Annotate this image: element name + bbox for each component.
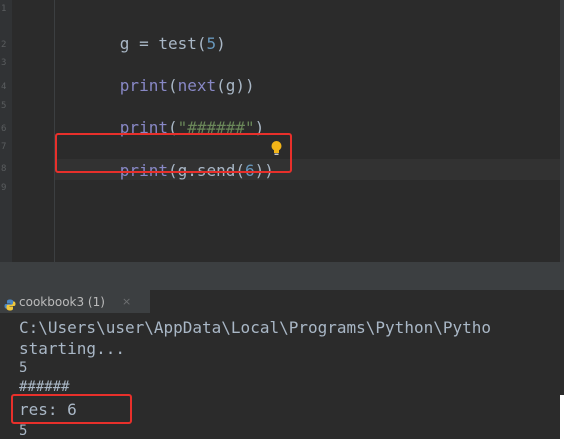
- code-token: 5: [206, 34, 217, 53]
- annotation-box-result: [11, 394, 132, 424]
- pane-divider[interactable]: [0, 262, 564, 290]
- line-number: 3: [1, 58, 7, 68]
- console-line: 5: [19, 360, 28, 376]
- gutter-separator: [54, 0, 55, 262]
- code-token: (: [167, 76, 178, 95]
- run-tab-label: cookbook3 (1): [19, 295, 105, 309]
- screenshot-edge: [560, 395, 564, 439]
- python-icon: [4, 296, 16, 311]
- line-number: 5: [1, 101, 7, 111]
- annotation-box-send-call: [55, 133, 292, 173]
- line-number: 1: [1, 4, 7, 14]
- line-number: 4: [1, 82, 7, 92]
- code-token: g = test(: [119, 34, 207, 53]
- console-line: C:\Users\user\AppData\Local\Programs\Pyt…: [19, 318, 492, 337]
- code-token: print: [119, 76, 168, 95]
- line-number: 9: [1, 183, 7, 193]
- code-line[interactable]: print("######"): [62, 95, 265, 137]
- line-number: 2: [1, 40, 7, 50]
- code-line[interactable]: print(next(g)): [62, 53, 255, 95]
- line-number: 7: [1, 142, 7, 152]
- line-number: 6: [1, 124, 7, 134]
- code-token: next: [177, 76, 217, 95]
- code-line[interactable]: g = test(5): [62, 11, 226, 53]
- line-number-gutter: 1 2 3 4 5 6 7 8 9: [0, 0, 12, 262]
- code-editor[interactable]: 1 2 3 4 5 6 7 8 9 g = test(5) print(next…: [0, 0, 560, 262]
- code-token: ): [216, 34, 226, 53]
- editor-scrollbar[interactable]: [560, 0, 564, 262]
- close-icon[interactable]: ×: [122, 294, 131, 310]
- ide-window: 1 2 3 4 5 6 7 8 9 g = test(5) print(next…: [0, 0, 564, 439]
- line-number: 8: [1, 164, 7, 174]
- console-line: 5: [19, 423, 28, 439]
- console-line: starting...: [19, 339, 125, 358]
- code-token: (g)): [216, 76, 255, 95]
